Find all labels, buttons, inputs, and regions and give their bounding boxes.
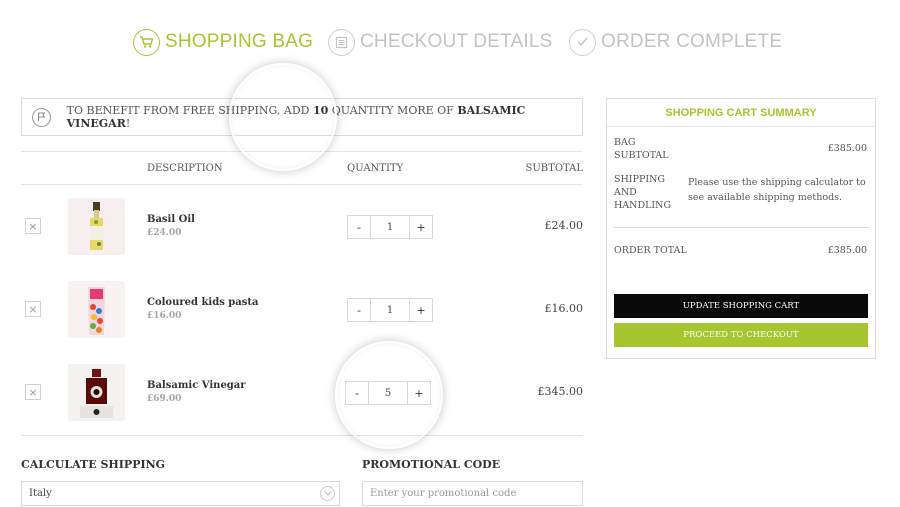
step-order-complete[interactable]: ORDER COMPLETE [569, 26, 782, 58]
table-row: × Balsamic Vinegar £69.00 - 5 + £345.00 [21, 359, 583, 429]
order-total-value: £385.00 [827, 245, 867, 256]
cart-summary-panel: SHOPPING CART SUMMARY BAG SUBTOTAL £385.… [606, 98, 876, 359]
shipping-country-select[interactable]: Italy [21, 481, 340, 506]
checkout-progress-steps: SHOPPING BAG CHECKOUT DETAILS ORDER COMP… [0, 26, 900, 58]
decrease-quantity-button[interactable]: - [346, 382, 368, 404]
table-bottom-divider [21, 435, 583, 436]
summary-divider [607, 126, 875, 127]
table-row: × Basil Oil £24.00 - 1 + £24.00 [21, 193, 583, 263]
remove-item-button[interactable]: × [25, 384, 41, 400]
product-price: £16.00 [147, 311, 182, 321]
row-subtotal: £24.00 [544, 219, 584, 232]
quantity-input[interactable]: 5 [368, 382, 408, 404]
update-shopping-cart-button[interactable]: UPDATE SHOPPING CART [614, 294, 868, 318]
promo-code-input[interactable] [362, 481, 583, 506]
step-label: SHOPPING BAG [165, 31, 314, 52]
table-row: × Coloured kids pasta £16.00 - 1 + £16.0… [21, 276, 583, 346]
bag-subtotal-label: BAG SUBTOTAL [614, 137, 669, 161]
step-checkout-details[interactable]: CHECKOUT DETAILS [328, 26, 553, 58]
clipboard-icon [328, 28, 355, 56]
row-subtotal: £345.00 [537, 385, 584, 398]
product-name[interactable]: Coloured kids pasta [147, 297, 259, 308]
quantity-stepper: - 1 + [347, 215, 433, 239]
free-shipping-notice: TO BENEFIT FROM FREE SHIPPING, ADD 10 QU… [21, 98, 583, 136]
order-total-label: ORDER TOTAL [614, 245, 687, 256]
cart-icon [133, 28, 160, 56]
quantity-input[interactable]: 1 [370, 299, 410, 321]
checkmark-icon [569, 28, 596, 56]
header-description: DESCRIPTION [147, 163, 223, 174]
remove-item-button[interactable]: × [25, 301, 41, 317]
increase-quantity-button[interactable]: + [410, 216, 432, 238]
notice-text: TO BENEFIT FROM FREE SHIPPING, ADD 10 QU… [66, 104, 526, 130]
step-label: CHECKOUT DETAILS [360, 31, 553, 52]
product-name[interactable]: Basil Oil [147, 214, 195, 225]
shipping-note: Please use the shipping calculator to se… [688, 177, 866, 203]
shipping-handling-label: SHIPPING AND HANDLING [614, 174, 672, 211]
proceed-to-checkout-button[interactable]: PROCEED TO CHECKOUT [614, 323, 868, 347]
header-subtotal: SUBTOTAL [525, 163, 583, 174]
product-image-balsamic-vinegar[interactable] [68, 364, 125, 421]
quantity-stepper: - 5 + [345, 381, 431, 405]
remove-item-button[interactable]: × [25, 218, 41, 234]
row-subtotal: £16.00 [544, 302, 584, 315]
quantity-stepper: - 1 + [347, 298, 433, 322]
promotional-code-heading: PROMOTIONAL CODE [362, 458, 501, 471]
calculate-shipping-heading: CALCULATE SHIPPING [21, 458, 166, 471]
product-name[interactable]: Balsamic Vinegar [147, 380, 246, 391]
step-label: ORDER COMPLETE [601, 31, 783, 52]
bag-subtotal-value: £385.00 [827, 143, 867, 154]
header-quantity: QUANTITY [347, 163, 404, 174]
decrease-quantity-button[interactable]: - [348, 299, 370, 321]
chevron-down-icon [320, 486, 335, 501]
cart-table-header: DESCRIPTION QUANTITY SUBTOTAL [21, 151, 583, 185]
quantity-input[interactable]: 1 [370, 216, 410, 238]
product-price: £24.00 [147, 228, 182, 238]
increase-quantity-button[interactable]: + [408, 382, 430, 404]
increase-quantity-button[interactable]: + [410, 299, 432, 321]
summary-title: SHOPPING CART SUMMARY [665, 107, 817, 119]
flag-icon [32, 107, 51, 127]
product-image-coloured-kids-pasta[interactable] [68, 281, 125, 338]
step-shopping-bag[interactable]: SHOPPING BAG [133, 26, 313, 58]
summary-divider [614, 227, 869, 228]
product-price: £69.00 [147, 394, 182, 404]
product-image-basil-oil[interactable] [68, 198, 125, 255]
selected-country: Italy [29, 488, 52, 499]
decrease-quantity-button[interactable]: - [348, 216, 370, 238]
